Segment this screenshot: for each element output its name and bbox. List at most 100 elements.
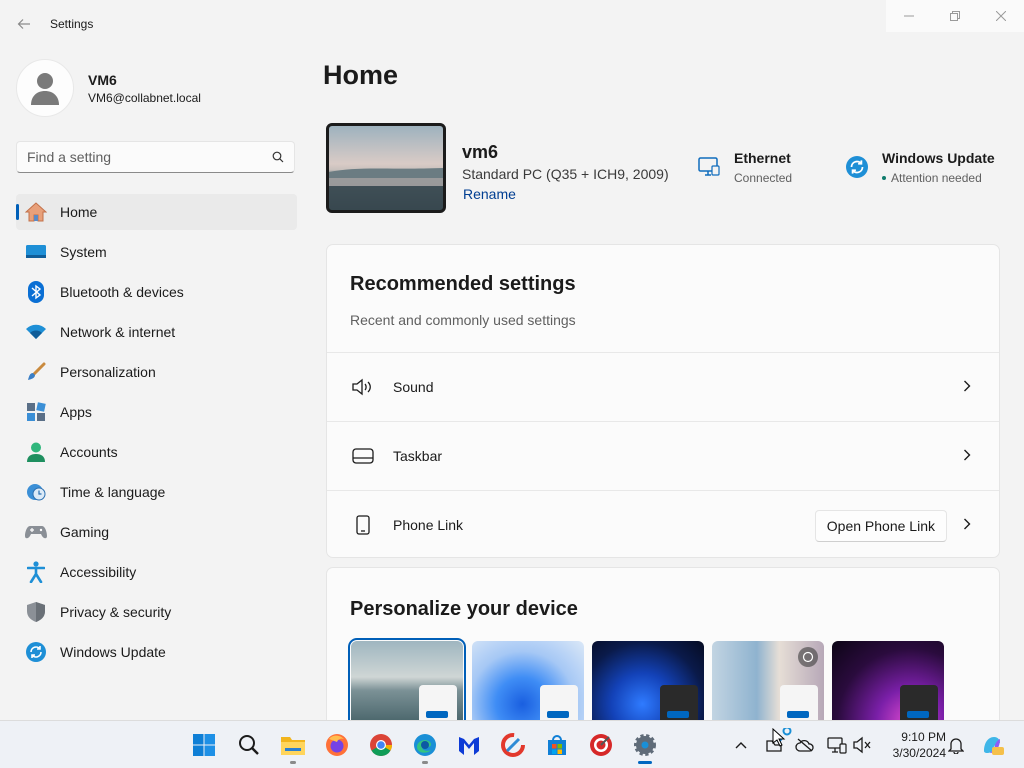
personalize-card: Personalize your device [326, 567, 1000, 737]
sidebar-item-time-language[interactable]: Time & language [16, 474, 297, 510]
open-phone-link-button[interactable]: Open Phone Link [814, 510, 947, 542]
personalize-title: Personalize your device [350, 598, 578, 620]
clock-time: 9:10 PM [901, 730, 946, 744]
cloud-offline-icon [795, 738, 814, 752]
windows-update-title: Windows Update [882, 150, 995, 166]
sidebar-item-system[interactable]: System [16, 234, 297, 270]
minimize-icon [904, 15, 914, 17]
clock-globe-icon [24, 480, 48, 504]
theme-thumbnail-4[interactable] [712, 641, 824, 731]
page-title: Home [323, 60, 399, 90]
windows-update-status-text: Attention needed [882, 171, 995, 185]
windows-logo-icon [193, 734, 215, 756]
edge-icon [414, 734, 436, 756]
search-icon [272, 151, 284, 163]
ethernet-status-text: Connected [734, 171, 793, 185]
taskbar-red-app[interactable] [585, 729, 617, 761]
close-button[interactable] [978, 0, 1024, 32]
network-monitor-icon [827, 737, 847, 754]
taskbar-file-explorer[interactable] [277, 729, 309, 764]
windows-update-status[interactable]: Windows Update Attention needed [844, 150, 995, 185]
theme-thumbnail-1[interactable] [348, 638, 466, 734]
clock-date: 3/30/2024 [892, 746, 946, 760]
recommended-row-taskbar[interactable]: Taskbar [327, 421, 999, 490]
shield-icon [24, 600, 48, 624]
recommended-settings-card: Recommended settings Recent and commonly… [326, 244, 1000, 558]
recommended-row-phone-link[interactable]: Phone Link Open Phone Link [327, 490, 999, 559]
store-icon [548, 735, 566, 755]
volume-tray[interactable] [850, 733, 874, 757]
taskbar-chrome[interactable] [365, 729, 397, 761]
bell-icon [948, 738, 964, 754]
apps-icon [24, 400, 48, 424]
settings-gear-icon [634, 734, 656, 756]
taskbar: 9:10 PM 3/30/2024 [0, 720, 1024, 768]
taskbar-search-button[interactable] [233, 729, 265, 761]
person-icon [24, 440, 48, 464]
taskbar-icon [351, 444, 375, 468]
copilot-button[interactable] [980, 733, 1004, 757]
theme-thumbnail-5[interactable] [832, 641, 944, 731]
update-icon [24, 640, 48, 664]
home-icon [24, 200, 48, 224]
firefox-icon [326, 734, 348, 756]
taskbar-malwarebytes[interactable] [453, 729, 485, 761]
onedrive-tray[interactable] [793, 733, 817, 757]
back-arrow-icon [17, 19, 30, 29]
profile-email: VM6@collabnet.local [88, 90, 201, 105]
network-tray[interactable] [825, 733, 849, 757]
brush-icon [24, 360, 48, 384]
system-icon [24, 240, 48, 264]
theme-thumbnail-2[interactable] [472, 641, 584, 731]
sidebar-item-network[interactable]: Network & internet [16, 314, 297, 350]
chevron-right-icon [959, 447, 975, 463]
taskbar-settings[interactable] [629, 729, 661, 764]
rename-link[interactable]: Rename [463, 186, 516, 202]
taskbar-clock[interactable]: 9:10 PM 3/30/2024 [878, 729, 946, 761]
taskbar-ccleaner[interactable] [497, 729, 529, 761]
user-avatar-icon [31, 73, 59, 105]
sidebar-item-accounts[interactable]: Accounts [16, 434, 297, 470]
chevron-up-icon [735, 742, 747, 749]
user-profile[interactable]: VM6 VM6@collabnet.local [16, 58, 201, 118]
search-input[interactable] [27, 149, 272, 165]
sidebar-item-accessibility[interactable]: Accessibility [16, 554, 297, 590]
sidebar-item-bluetooth[interactable]: Bluetooth & devices [16, 274, 297, 310]
back-button[interactable] [12, 12, 36, 36]
taskbar-firefox[interactable] [321, 729, 353, 761]
notifications-button[interactable] [944, 733, 968, 757]
sidebar-item-apps[interactable]: Apps [16, 394, 297, 430]
red-app-icon [590, 734, 612, 756]
minimize-button[interactable] [886, 0, 932, 32]
wifi-icon [24, 320, 48, 344]
gamepad-icon [24, 520, 48, 544]
device-description: Standard PC (Q35 + ICH9, 2009) [462, 166, 669, 182]
mouse-cursor-icon [772, 726, 794, 753]
taskbar-edge[interactable] [409, 729, 441, 764]
search-box[interactable] [16, 141, 295, 173]
taskbar-microsoft-store[interactable] [541, 729, 573, 761]
sidebar-item-personalization[interactable]: Personalization [16, 354, 297, 390]
recommended-subtitle: Recent and commonly used settings [350, 312, 576, 328]
phone-icon [351, 513, 375, 537]
volume-muted-icon [853, 736, 871, 754]
ethernet-status[interactable]: Ethernet Connected [696, 150, 792, 185]
start-button[interactable] [188, 729, 220, 761]
windows-update-icon [844, 154, 870, 180]
avatar [16, 59, 74, 117]
sidebar-item-windows-update[interactable]: Windows Update [16, 634, 297, 670]
device-wallpaper-thumbnail [326, 123, 446, 213]
ethernet-icon [696, 154, 722, 180]
chevron-right-icon [959, 378, 975, 394]
restore-button[interactable] [932, 0, 978, 32]
sidebar-item-home[interactable]: Home [16, 194, 297, 230]
sidebar-item-gaming[interactable]: Gaming [16, 514, 297, 550]
sidebar-item-privacy[interactable]: Privacy & security [16, 594, 297, 630]
chevron-right-icon [959, 516, 975, 532]
copilot-icon [984, 737, 1004, 755]
theme-thumbnail-3[interactable] [592, 641, 704, 731]
show-hidden-icons-button[interactable] [729, 733, 753, 757]
window-title: Settings [50, 17, 94, 31]
recommended-row-sound[interactable]: Sound [327, 352, 999, 421]
ccleaner-icon [501, 733, 525, 757]
